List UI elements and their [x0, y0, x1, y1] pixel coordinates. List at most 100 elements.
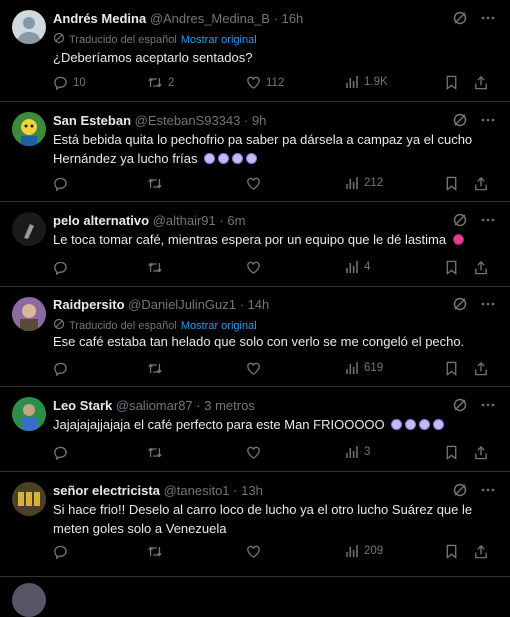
bookmark-button[interactable] — [445, 445, 458, 460]
author-handle[interactable]: @EstebanS93343 — [135, 113, 241, 128]
retweet-button[interactable] — [147, 260, 163, 275]
author-handle[interactable]: @Andres_Medina_B — [150, 11, 270, 26]
more-options-icon[interactable] — [480, 397, 496, 416]
tweet[interactable]: Leo Stark @saliomar87 · 3 metros Jajajaj… — [0, 387, 510, 472]
tweet-top-icons — [452, 112, 496, 131]
timestamp[interactable]: · 16h — [274, 11, 304, 26]
bookmark-button[interactable] — [445, 75, 458, 90]
reply-button[interactable] — [53, 260, 68, 275]
grok-icon[interactable] — [452, 212, 468, 231]
avatar[interactable] — [12, 112, 46, 146]
translation-note: Traducido del español Mostrar original — [53, 318, 257, 333]
like-button[interactable] — [246, 361, 261, 376]
views-icon — [345, 445, 359, 459]
heart-icon — [246, 75, 261, 90]
timestamp[interactable]: · 6m — [219, 213, 245, 228]
reply-button[interactable] — [53, 176, 68, 191]
retweet-button[interactable] — [147, 176, 163, 191]
translation-label: Traducido del español — [69, 33, 177, 46]
emoji-icon — [419, 419, 431, 430]
timestamp[interactable]: · 13h — [233, 483, 263, 498]
more-options-icon[interactable] — [480, 10, 496, 29]
more-options-icon[interactable] — [480, 112, 496, 131]
author-name[interactable]: San Esteban — [53, 113, 131, 128]
author-handle[interactable]: @saliomar87 — [116, 398, 193, 413]
grok-icon[interactable] — [452, 10, 468, 29]
author-name[interactable]: Raidpersito — [53, 297, 125, 312]
timestamp[interactable]: · 14h — [240, 297, 270, 312]
more-options-icon[interactable] — [480, 482, 496, 501]
emoji-icon — [391, 419, 403, 430]
bookmark-button[interactable] — [445, 544, 458, 559]
avatar[interactable] — [12, 397, 46, 431]
like-button[interactable] — [246, 544, 261, 559]
retweet-button[interactable] — [147, 361, 163, 376]
avatar[interactable] — [12, 297, 46, 331]
author-name[interactable]: señor electricista — [53, 483, 160, 498]
tweet-partial[interactable] — [0, 577, 510, 617]
timestamp[interactable]: · 3 metros — [196, 398, 255, 413]
retweet-button[interactable] — [147, 445, 163, 460]
avatar[interactable] — [12, 482, 46, 516]
heart-icon — [246, 544, 261, 559]
action-bar: 3 — [53, 445, 493, 463]
reply-button[interactable] — [53, 445, 68, 460]
author-handle[interactable]: @DanielJulinGuz1 — [128, 297, 236, 312]
tweet[interactable]: Raidpersito @DanielJulinGuz1 · 14h Tradu… — [0, 287, 510, 387]
reply-button[interactable] — [53, 544, 68, 559]
tweet[interactable]: señor electricista @tanesito1 · 13h Si h… — [0, 472, 510, 577]
like-button[interactable] — [246, 445, 261, 460]
like-button[interactable]: 112 — [246, 75, 284, 90]
views-count: 4 — [364, 261, 371, 273]
author-name[interactable]: Andrés Medina — [53, 11, 146, 26]
share-button[interactable] — [474, 260, 488, 275]
views-button[interactable]: 1.9K — [345, 75, 388, 89]
more-options-icon[interactable] — [480, 296, 496, 315]
show-original-link[interactable]: Mostrar original — [181, 34, 257, 46]
share-button[interactable] — [474, 75, 488, 90]
share-button[interactable] — [474, 361, 488, 376]
like-button[interactable] — [246, 176, 261, 191]
translation-note: Traducido del español Mostrar original — [53, 32, 257, 47]
bookmark-button[interactable] — [445, 361, 458, 376]
timestamp[interactable]: · 9h — [244, 113, 266, 128]
views-button[interactable]: 212 — [345, 176, 383, 190]
bookmark-button[interactable] — [445, 176, 458, 191]
tweet[interactable]: pelo alternativo @althair91 · 6m Le toca… — [0, 202, 510, 287]
share-button[interactable] — [474, 176, 488, 191]
author-name[interactable]: pelo alternativo — [53, 213, 149, 228]
bookmark-button[interactable] — [445, 260, 458, 275]
share-icon — [474, 361, 488, 376]
retweet-button[interactable]: 2 — [147, 75, 174, 90]
grok-icon[interactable] — [452, 112, 468, 131]
author-handle[interactable]: @tanesito1 — [164, 483, 230, 498]
retweet-button[interactable] — [147, 544, 163, 559]
avatar[interactable] — [12, 583, 46, 617]
heart-icon — [246, 260, 261, 275]
avatar[interactable] — [12, 10, 46, 44]
grok-icon[interactable] — [452, 397, 468, 416]
tweet-text: Ese café estaba tan helado que solo con … — [53, 334, 465, 349]
tweet-top-icons — [452, 482, 496, 501]
author-name[interactable]: Leo Stark — [53, 398, 112, 413]
tweet[interactable]: San Esteban @EstebanS93343 · 9h Está beb… — [0, 102, 510, 202]
more-options-icon[interactable] — [480, 212, 496, 231]
views-button[interactable]: 619 — [345, 361, 383, 375]
like-button[interactable] — [246, 260, 261, 275]
avatar[interactable] — [12, 212, 46, 246]
reply-button[interactable] — [53, 361, 68, 376]
tweet-header: señor electricista @tanesito1 · 13h — [53, 483, 263, 498]
tweet-top-icons — [452, 10, 496, 29]
views-button[interactable]: 4 — [345, 260, 370, 274]
share-button[interactable] — [474, 445, 488, 460]
views-button[interactable]: 209 — [345, 544, 383, 558]
share-button[interactable] — [474, 544, 488, 559]
tweet[interactable]: Andrés Medina @Andres_Medina_B · 16h Tra… — [0, 0, 510, 102]
views-button[interactable]: 3 — [345, 445, 370, 459]
grok-icon[interactable] — [452, 296, 468, 315]
show-original-link[interactable]: Mostrar original — [181, 320, 257, 332]
author-handle[interactable]: @althair91 — [153, 213, 216, 228]
grok-icon[interactable] — [452, 482, 468, 501]
reply-button[interactable]: 10 — [53, 75, 86, 90]
reply-icon — [53, 544, 68, 559]
